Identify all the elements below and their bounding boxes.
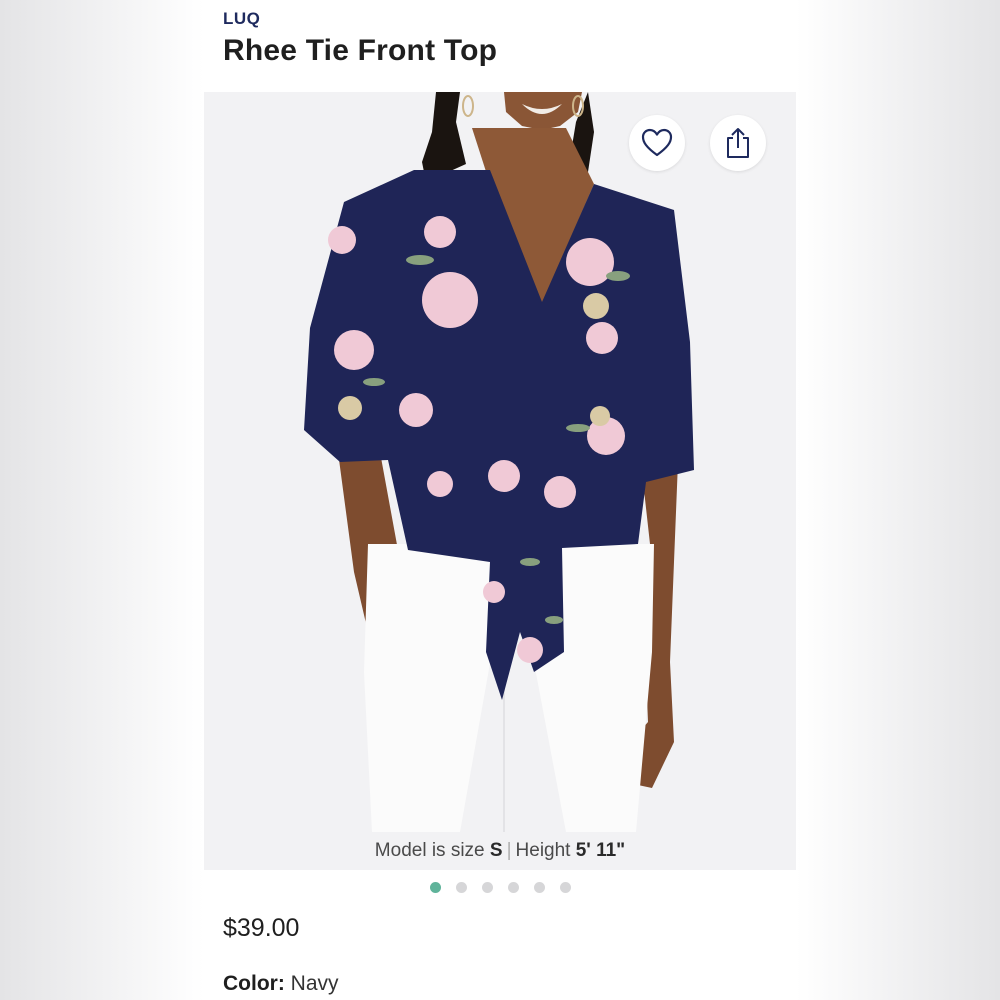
model-height-label: Height xyxy=(515,840,571,861)
color-selector-label: Color: Navy xyxy=(223,972,339,996)
model-size-caption: Model is size S | Height 5' 11" xyxy=(204,832,796,870)
backdrop-right xyxy=(796,0,1000,1000)
model-height-value: 5' 11" xyxy=(575,840,626,861)
share-icon xyxy=(727,128,749,158)
gallery-dot-6[interactable] xyxy=(559,882,571,893)
brand-name[interactable]: LUQ xyxy=(223,9,260,29)
color-value: Navy xyxy=(290,972,339,995)
product-page: LUQ Rhee Tie Front Top Model is size S |… xyxy=(204,0,796,1000)
share-button[interactable] xyxy=(710,115,766,171)
gallery-dot-5[interactable] xyxy=(533,882,545,893)
heart-icon xyxy=(641,128,673,157)
product-title: Rhee Tie Front Top xyxy=(223,34,498,67)
model-size-label: Model is size xyxy=(374,840,485,861)
gallery-dot-3[interactable] xyxy=(481,882,493,893)
favorite-button[interactable] xyxy=(629,115,685,171)
gallery-dot-2[interactable] xyxy=(455,882,467,893)
gallery-pagination xyxy=(204,882,796,896)
model-size-value: S xyxy=(489,840,503,861)
backdrop-left xyxy=(0,0,204,1000)
gallery-dot-1[interactable] xyxy=(429,882,441,893)
product-photo xyxy=(304,92,694,832)
product-price: $39.00 xyxy=(223,914,300,942)
product-image-gallery[interactable] xyxy=(204,92,796,832)
color-label: Color: xyxy=(223,972,285,995)
caption-separator: | xyxy=(506,840,512,861)
gallery-dot-4[interactable] xyxy=(507,882,519,893)
